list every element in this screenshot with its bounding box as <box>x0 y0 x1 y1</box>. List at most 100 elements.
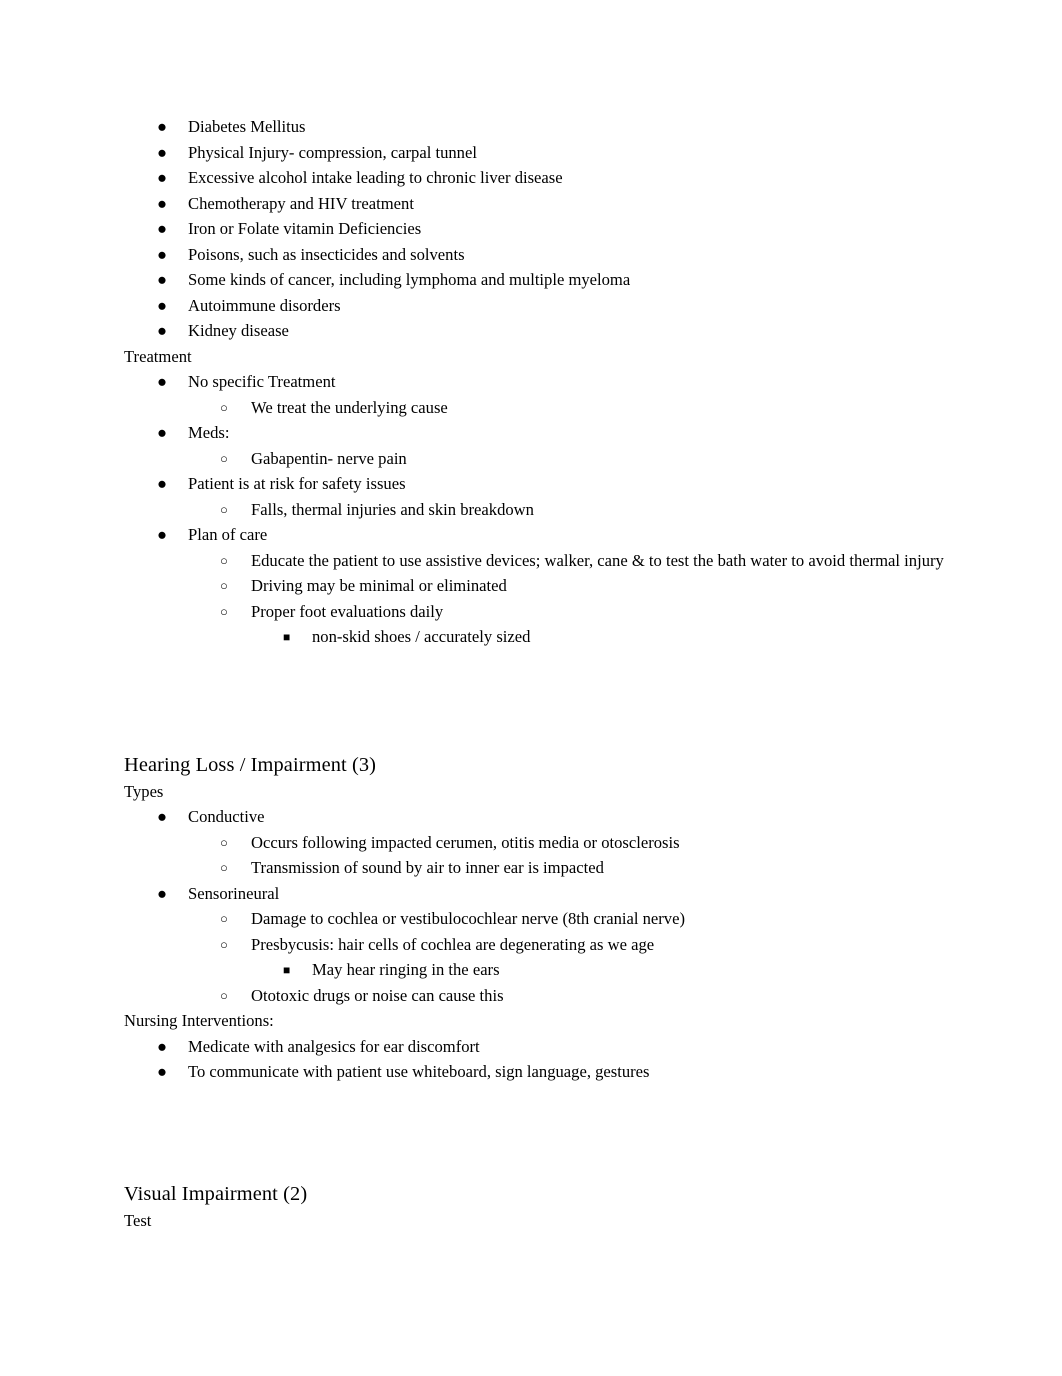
bullet-circle-icon: ○ <box>220 936 228 952</box>
list-item: ● Meds: <box>124 420 944 446</box>
bullet-disc-icon: ● <box>157 883 168 903</box>
bullet-disc-icon: ● <box>157 193 168 213</box>
causes-list: ● Diabetes Mellitus ● Physical Injury- c… <box>124 114 944 344</box>
document-content: ● Diabetes Mellitus ● Physical Injury- c… <box>124 114 944 1233</box>
list-item: ● Sensorineural <box>124 881 944 907</box>
list-item-text: We treat the underlying cause <box>251 397 448 417</box>
list-item: ● Excessive alcohol intake leading to ch… <box>124 165 944 191</box>
bullet-square-icon: ■ <box>283 630 291 644</box>
types-label: Types <box>124 781 164 801</box>
list-item-text: Transmission of sound by air to inner ea… <box>251 858 604 877</box>
list-item-text: Presbycusis: hair cells of cochlea are d… <box>251 934 655 954</box>
bullet-disc-icon: ● <box>157 219 168 238</box>
treatment-list: ● No specific Treatment ○ We treat the u… <box>124 369 944 650</box>
list-item: ■ non-skid shoes / accurately sized <box>124 624 944 650</box>
bullet-circle-icon: ○ <box>220 603 228 619</box>
list-item-text: Plan of care <box>188 525 268 544</box>
list-item: ○ Occurs following impacted cerumen, oti… <box>124 830 944 856</box>
bullet-circle-icon: ○ <box>220 911 228 926</box>
bullet-circle-icon: ○ <box>220 834 228 850</box>
list-item: ● Some kinds of cancer, including lympho… <box>124 267 944 293</box>
bullet-circle-icon: ○ <box>220 860 228 875</box>
hearing-types-list: ● Conductive ○ Occurs following impacted… <box>124 804 944 1008</box>
list-item-text: Medicate with analgesics for ear discomf… <box>188 1036 480 1056</box>
list-item: ● Poisons, such as insecticides and solv… <box>124 242 944 268</box>
bullet-disc-icon: ● <box>157 807 168 826</box>
document-page: ● Diabetes Mellitus ● Physical Injury- c… <box>0 0 1062 1376</box>
list-item-text: Physical Injury- compression, carpal tun… <box>188 142 477 162</box>
list-item: ● Kidney disease <box>124 318 944 344</box>
list-item-text: non-skid shoes / accurately sized <box>312 627 531 646</box>
bullet-disc-icon: ● <box>157 474 168 493</box>
list-item: ● No specific Treatment <box>124 369 944 395</box>
list-item-text: Meds: <box>188 423 230 442</box>
bullet-disc-icon: ● <box>157 423 168 442</box>
list-item: ○ Presbycusis: hair cells of cochlea are… <box>124 932 944 958</box>
list-item: ● Conductive <box>124 804 944 830</box>
list-item: ● Medicate with analgesics for ear disco… <box>124 1034 944 1060</box>
list-item: ● Diabetes Mellitus <box>124 114 944 140</box>
bullet-disc-icon: ● <box>157 117 168 136</box>
page-title-visual-impairment: Visual Impairment (2) <box>124 1182 308 1205</box>
list-item: ○ Gabapentin- nerve pain <box>124 446 944 472</box>
bullet-disc-icon: ● <box>157 142 168 162</box>
list-item-text: To communicate with patient use whiteboa… <box>188 1062 650 1081</box>
list-item: ○ Falls, thermal injuries and skin break… <box>124 497 944 523</box>
list-item: ● Iron or Folate vitamin Deficiencies <box>124 216 944 242</box>
list-item: ○ Educate the patient to use assistive d… <box>124 548 944 574</box>
nursing-interventions-label: Nursing Interventions: <box>124 1011 274 1030</box>
list-item: ● Plan of care <box>124 522 944 548</box>
list-item-text: Gabapentin- nerve pain <box>251 448 407 468</box>
list-item-text: Educate the patient to use assistive dev… <box>251 550 944 570</box>
bullet-disc-icon: ● <box>157 270 168 289</box>
list-item-text: Diabetes Mellitus <box>188 117 306 136</box>
list-item-text: Autoimmune disorders <box>188 295 341 315</box>
bullet-disc-icon: ● <box>157 244 168 264</box>
list-item: ○ Proper foot evaluations daily <box>124 599 944 625</box>
list-item-text: Kidney disease <box>188 321 289 340</box>
list-item-text: Some kinds of cancer, including lymphoma… <box>188 270 631 289</box>
bullet-square-icon: ■ <box>283 963 291 977</box>
list-item: ○ Transmission of sound by air to inner … <box>124 855 944 881</box>
bullet-disc-icon: ● <box>157 1062 168 1081</box>
list-item-text: Conductive <box>188 807 265 826</box>
bullet-circle-icon: ○ <box>220 501 228 517</box>
bullet-circle-icon: ○ <box>220 578 228 593</box>
list-item-text: Ototoxic drugs or noise can cause this <box>251 985 504 1005</box>
bullet-disc-icon: ● <box>157 321 168 340</box>
treatment-label: Treatment <box>124 346 192 366</box>
nursing-interventions-list: ● Medicate with analgesics for ear disco… <box>124 1034 944 1085</box>
bullet-circle-icon: ○ <box>220 450 228 466</box>
list-item-text: Chemotherapy and HIV treatment <box>188 193 414 213</box>
list-item-text: Excessive alcohol intake leading to chro… <box>188 168 563 187</box>
bullet-circle-icon: ○ <box>220 987 228 1003</box>
list-item-text: Sensorineural <box>188 883 280 903</box>
list-item-text: No specific Treatment <box>188 372 336 391</box>
list-item-text: Poisons, such as insecticides and solven… <box>188 244 465 264</box>
list-item: ○ Ototoxic drugs or noise can cause this <box>124 983 944 1009</box>
list-item-text: Occurs following impacted cerumen, otiti… <box>251 832 680 852</box>
list-item-text: Patient is at risk for safety issues <box>188 474 406 493</box>
list-item: ○ Damage to cochlea or vestibulocochlear… <box>124 906 944 932</box>
bullet-disc-icon: ● <box>157 295 168 315</box>
bullet-disc-icon: ● <box>157 168 168 187</box>
list-item-text: May hear ringing in the ears <box>312 960 500 979</box>
list-item-text: Damage to cochlea or vestibulocochlear n… <box>251 909 685 928</box>
list-item: ● To communicate with patient use whiteb… <box>124 1059 944 1085</box>
list-item-text: Proper foot evaluations daily <box>251 601 444 621</box>
bullet-circle-icon: ○ <box>220 552 228 568</box>
list-item: ○ We treat the underlying cause <box>124 395 944 421</box>
page-title-hearing-loss: Hearing Loss / Impairment (3) <box>124 753 377 776</box>
list-item: ● Physical Injury- compression, carpal t… <box>124 140 944 166</box>
list-item-text: Falls, thermal injuries and skin breakdo… <box>251 499 534 519</box>
bullet-disc-icon: ● <box>157 1036 168 1056</box>
list-item: ● Patient is at risk for safety issues <box>124 471 944 497</box>
test-label: Test <box>124 1210 152 1230</box>
list-item: ● Autoimmune disorders <box>124 293 944 319</box>
bullet-disc-icon: ● <box>157 525 168 544</box>
list-item: ■ May hear ringing in the ears <box>124 957 944 983</box>
list-item: ● Chemotherapy and HIV treatment <box>124 191 944 217</box>
bullet-disc-icon: ● <box>157 372 168 391</box>
